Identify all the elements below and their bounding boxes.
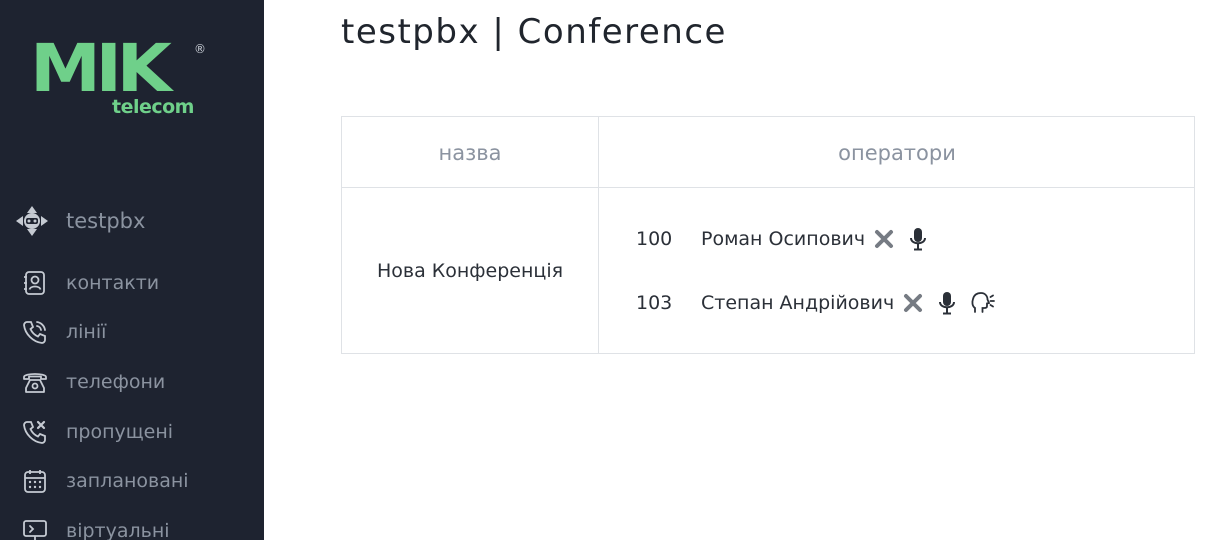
microphone-icon[interactable]: [934, 290, 960, 316]
operator-name: Степан Андрійович: [701, 292, 895, 314]
pbx-selector[interactable]: testpbx: [14, 203, 145, 239]
sidebar-item-label: телефони: [66, 370, 166, 393]
sidebar-item-scheduled[interactable]: заплановані: [0, 456, 264, 506]
sidebar: MIK ® telecom testpbx контакти лінії тел…: [0, 0, 264, 540]
calendar-icon: [24, 470, 46, 494]
sidebar-item-label: контакти: [66, 271, 160, 294]
sidebar-item-label: пропущені: [66, 420, 174, 443]
operator-row: 103 Степан Андрійович: [636, 288, 996, 318]
sidebar-item-label: заплановані: [66, 470, 189, 493]
column-header-name[interactable]: назва: [342, 117, 598, 188]
desk-phone-icon: [23, 373, 47, 393]
speaking-icon[interactable]: [970, 290, 996, 316]
missed-call-icon: [23, 420, 46, 444]
mik-telecom-logo[interactable]: MIK ® telecom: [30, 36, 212, 124]
sidebar-item-label: лінії: [66, 321, 107, 344]
microphone-icon[interactable]: [905, 226, 931, 252]
sidebar-item-missed[interactable]: пропущені: [0, 407, 264, 457]
contacts-icon: [24, 270, 45, 295]
page-title: testpbx | Conference: [341, 12, 727, 52]
conference-table: назва оператори Нова Конференція 100 Ром…: [341, 116, 1195, 354]
remove-icon[interactable]: [873, 228, 895, 250]
registered-mark: ®: [194, 42, 206, 56]
logo-subtitle: telecom: [112, 96, 194, 118]
sidebar-item-virtual[interactable]: віртуальні: [0, 506, 264, 540]
sidebar-item-lines[interactable]: лінії: [0, 308, 264, 358]
operator-row: 100 Роман Осипович: [636, 224, 931, 254]
sidebar-nav: контакти лінії телефони пропущені заплан…: [0, 258, 264, 540]
operator-ext: 103: [636, 292, 673, 314]
sidebar-item-label: віртуальні: [66, 519, 170, 540]
logo-brand: MIK: [30, 30, 172, 107]
column-header-operators[interactable]: оператори: [599, 117, 1195, 188]
operator-ext: 100: [636, 228, 673, 250]
monitor-icon: [23, 519, 47, 540]
pbx-label: testpbx: [66, 209, 146, 233]
column-divider: [598, 117, 599, 353]
phone-lines-icon: [23, 321, 46, 345]
pbx-star-icon: [16, 206, 48, 236]
operator-name: Роман Осипович: [701, 228, 866, 250]
remove-icon[interactable]: [902, 292, 924, 314]
sidebar-item-phones[interactable]: телефони: [0, 357, 264, 407]
sidebar-item-contacts[interactable]: контакти: [0, 258, 264, 308]
conference-name[interactable]: Нова Конференція: [342, 188, 598, 354]
